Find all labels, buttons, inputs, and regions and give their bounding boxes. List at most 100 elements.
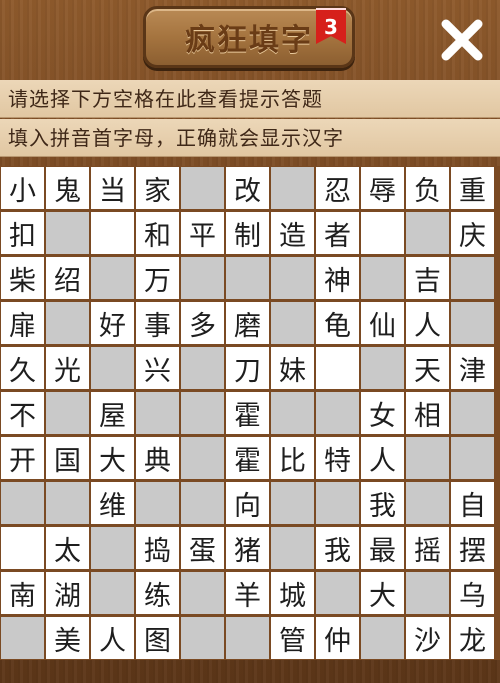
grid-cell[interactable]: 光 (46, 347, 89, 389)
grid-cell[interactable]: 特 (316, 437, 359, 479)
grid-cell[interactable]: 忍 (316, 167, 359, 209)
grid-cell[interactable]: 当 (91, 167, 134, 209)
grid-cell[interactable]: 向 (226, 482, 269, 524)
grid-cell[interactable]: 我 (361, 482, 404, 524)
grid-cell[interactable]: 乌 (451, 572, 494, 614)
grid-cell-blocked (316, 392, 359, 434)
grid-cell[interactable] (361, 212, 404, 254)
grid-cell[interactable]: 神 (316, 257, 359, 299)
grid-cell[interactable]: 绍 (46, 257, 89, 299)
grid-cell[interactable]: 我 (316, 527, 359, 569)
grid-cell[interactable]: 霍 (226, 392, 269, 434)
grid-cell-blocked (181, 392, 224, 434)
grid-cell-blocked (181, 482, 224, 524)
crossword-grid: 小鬼当家改忍辱负重扣和平制造者庆柴绍万神吉扉好事多磨龟仙人久光兴刀妹天津不屋霍女… (0, 166, 500, 660)
grid-cell[interactable]: 柴 (1, 257, 44, 299)
grid-cell[interactable]: 不 (1, 392, 44, 434)
grid-cell[interactable]: 刀 (226, 347, 269, 389)
close-button[interactable] (436, 14, 488, 66)
grid-cell[interactable]: 扣 (1, 212, 44, 254)
grid-cell-blocked (271, 302, 314, 344)
grid-cell[interactable]: 好 (91, 302, 134, 344)
grid-cell[interactable]: 庆 (451, 212, 494, 254)
grid-cell[interactable]: 磨 (226, 302, 269, 344)
grid-cell[interactable]: 城 (271, 572, 314, 614)
grid-cell[interactable]: 蛋 (181, 527, 224, 569)
grid-cell[interactable]: 练 (136, 572, 179, 614)
grid-cell[interactable]: 国 (46, 437, 89, 479)
grid-cell[interactable]: 南 (1, 572, 44, 614)
grid-cell[interactable]: 龙 (451, 617, 494, 659)
grid-cell[interactable] (91, 212, 134, 254)
grid-cell[interactable]: 管 (271, 617, 314, 659)
grid-cell-blocked (361, 257, 404, 299)
grid-cell-blocked (361, 347, 404, 389)
grid-cell[interactable]: 屋 (91, 392, 134, 434)
grid-cell[interactable]: 太 (46, 527, 89, 569)
grid-cell[interactable]: 大 (91, 437, 134, 479)
grid-cell[interactable]: 湖 (46, 572, 89, 614)
grid-cell-blocked (271, 167, 314, 209)
close-x-icon (441, 19, 483, 61)
grid-cell[interactable]: 鬼 (46, 167, 89, 209)
grid-cell[interactable] (1, 527, 44, 569)
grid-cell[interactable]: 多 (181, 302, 224, 344)
grid-cell[interactable]: 自 (451, 482, 494, 524)
grid-cell[interactable]: 家 (136, 167, 179, 209)
grid-cell[interactable]: 相 (406, 392, 449, 434)
grid-cell[interactable]: 霍 (226, 437, 269, 479)
grid-cell[interactable]: 羊 (226, 572, 269, 614)
grid-cell-blocked (226, 257, 269, 299)
grid-cell[interactable]: 仙 (361, 302, 404, 344)
game-title: 疯狂填字 (185, 23, 313, 58)
grid-cell[interactable]: 和 (136, 212, 179, 254)
grid-cell[interactable]: 猪 (226, 527, 269, 569)
grid-cell[interactable]: 图 (136, 617, 179, 659)
grid-cell[interactable]: 妹 (271, 347, 314, 389)
grid-cell[interactable]: 制 (226, 212, 269, 254)
grid-cell[interactable]: 改 (226, 167, 269, 209)
grid-cell-blocked (181, 437, 224, 479)
grid-cell[interactable]: 万 (136, 257, 179, 299)
grid-cell[interactable]: 人 (91, 617, 134, 659)
grid-cell[interactable]: 摆 (451, 527, 494, 569)
grid-cell[interactable]: 维 (91, 482, 134, 524)
grid-cell[interactable]: 摇 (406, 527, 449, 569)
grid-cell[interactable]: 美 (46, 617, 89, 659)
grid-cell[interactable]: 最 (361, 527, 404, 569)
grid-cell[interactable]: 仲 (316, 617, 359, 659)
grid-cell-blocked (181, 572, 224, 614)
grid-cell-blocked (181, 617, 224, 659)
grid-cell-blocked (271, 257, 314, 299)
grid-cell[interactable]: 比 (271, 437, 314, 479)
grid-cell[interactable]: 龟 (316, 302, 359, 344)
grid-cell[interactable]: 吉 (406, 257, 449, 299)
hint-line-2: 填入拼音首字母，正确就会显示汉字 (0, 119, 500, 157)
grid-cell[interactable]: 者 (316, 212, 359, 254)
grid-cell[interactable] (316, 347, 359, 389)
grid-cell[interactable]: 津 (451, 347, 494, 389)
grid-cell[interactable]: 负 (406, 167, 449, 209)
grid-cell[interactable]: 典 (136, 437, 179, 479)
grid-cell[interactable]: 扉 (1, 302, 44, 344)
grid-cell[interactable]: 沙 (406, 617, 449, 659)
grid-cell[interactable]: 天 (406, 347, 449, 389)
top-bar: 疯狂填字 3 (0, 0, 500, 78)
grid-cell[interactable]: 人 (361, 437, 404, 479)
grid-cell[interactable]: 小 (1, 167, 44, 209)
grid-cell-blocked (451, 392, 494, 434)
grid-cell[interactable]: 捣 (136, 527, 179, 569)
grid-cell[interactable]: 事 (136, 302, 179, 344)
grid-cell[interactable]: 造 (271, 212, 314, 254)
grid-cell-blocked (136, 482, 179, 524)
grid-cell[interactable]: 久 (1, 347, 44, 389)
grid-cell[interactable]: 平 (181, 212, 224, 254)
grid-cell[interactable]: 人 (406, 302, 449, 344)
grid-cell-blocked (406, 437, 449, 479)
grid-cell[interactable]: 大 (361, 572, 404, 614)
grid-cell[interactable]: 女 (361, 392, 404, 434)
grid-cell[interactable]: 开 (1, 437, 44, 479)
grid-cell[interactable]: 辱 (361, 167, 404, 209)
grid-cell[interactable]: 兴 (136, 347, 179, 389)
grid-cell[interactable]: 重 (451, 167, 494, 209)
